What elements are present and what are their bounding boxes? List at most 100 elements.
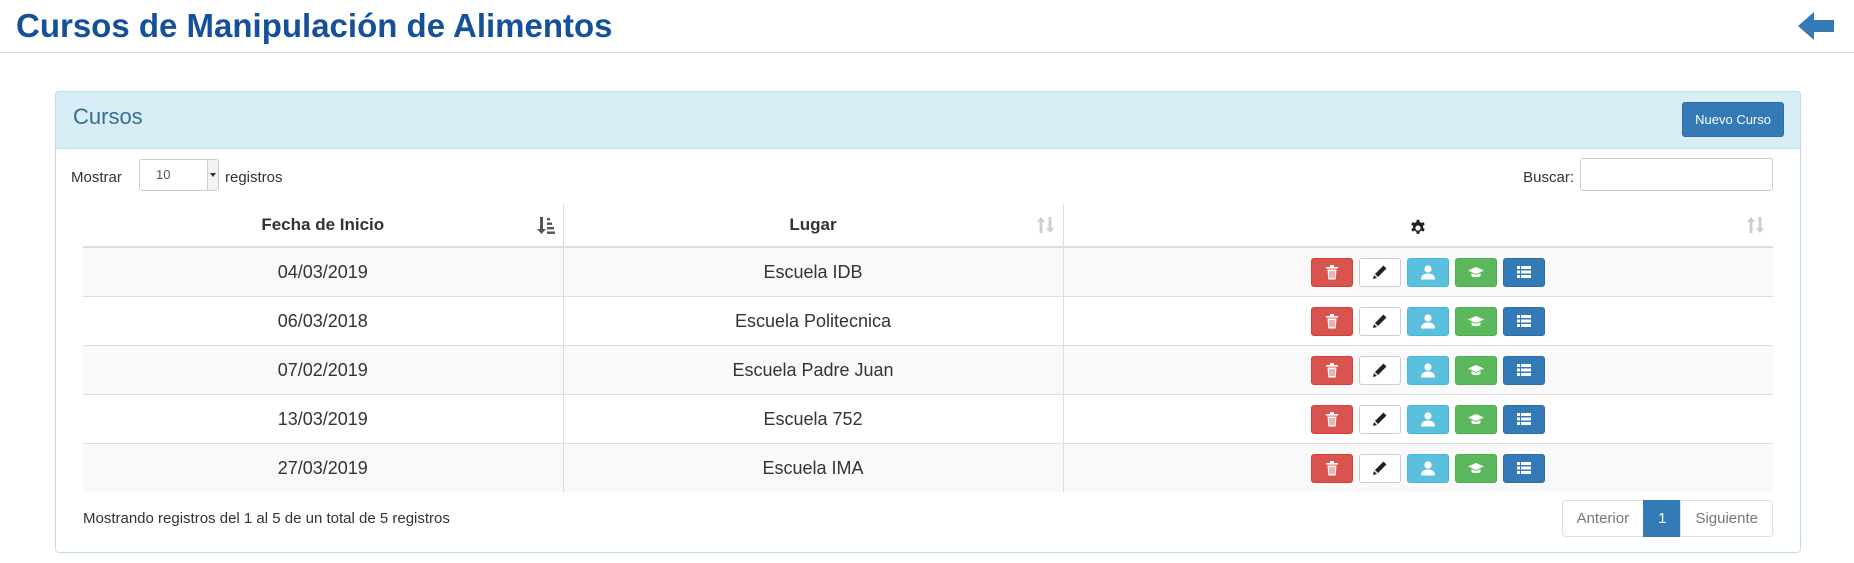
courses-panel: Cursos Nuevo Curso Mostrar 10 registros … xyxy=(55,91,1801,553)
column-header-label: Fecha de Inicio xyxy=(261,215,385,234)
participants-button[interactable] xyxy=(1407,306,1450,336)
table-row: 07/02/2019 Escuela Padre Juan xyxy=(83,345,1773,395)
cell-actions xyxy=(1062,345,1773,395)
list-button[interactable] xyxy=(1503,453,1546,483)
panel-title: Cursos xyxy=(73,104,143,129)
pencil-icon xyxy=(1373,363,1387,377)
trash-icon xyxy=(1326,314,1339,329)
chevron-down-icon xyxy=(207,160,218,190)
pagination: Anterior 1 Siguiente xyxy=(1561,500,1773,537)
table-row: 04/03/2019 Escuela IDB xyxy=(83,246,1773,297)
cell-lugar: Escuela Politecnica xyxy=(562,296,1063,346)
cell-lugar: Escuela Padre Juan xyxy=(562,345,1063,395)
cell-fecha: 04/03/2019 xyxy=(83,246,563,297)
pencil-icon xyxy=(1373,265,1387,279)
pencil-icon xyxy=(1373,314,1387,328)
table-row: 27/03/2019 Escuela IMA xyxy=(83,443,1773,492)
pencil-icon xyxy=(1373,412,1387,426)
user-icon xyxy=(1421,412,1436,427)
cell-actions xyxy=(1062,443,1773,492)
graduation-button[interactable] xyxy=(1455,404,1498,434)
courses-table: Fecha de Inicio Lugar 04/03/2019 Escuela… xyxy=(83,204,1773,492)
trash-icon xyxy=(1326,265,1339,280)
edit-button[interactable] xyxy=(1359,404,1402,434)
participants-button[interactable] xyxy=(1407,453,1450,483)
list-button[interactable] xyxy=(1503,404,1546,434)
back-button[interactable] xyxy=(1796,8,1836,44)
table-info: Mostrando registros del 1 al 5 de un tot… xyxy=(83,510,450,527)
cell-actions xyxy=(1062,296,1773,346)
cell-fecha: 13/03/2019 xyxy=(83,394,563,444)
table-header-row: Fecha de Inicio Lugar xyxy=(83,204,1773,248)
column-header-actions[interactable] xyxy=(1062,204,1773,248)
participants-button[interactable] xyxy=(1407,257,1450,287)
pagination-previous[interactable]: Anterior xyxy=(1561,500,1645,537)
graduation-cap-icon xyxy=(1468,365,1485,376)
sort-icon xyxy=(1747,217,1764,233)
user-icon xyxy=(1421,265,1436,280)
delete-button[interactable] xyxy=(1311,453,1354,483)
page-size-select[interactable]: 10 xyxy=(139,159,219,191)
cell-lugar: Escuela IDB xyxy=(562,246,1063,297)
delete-button[interactable] xyxy=(1311,404,1354,434)
cell-lugar: Escuela 752 xyxy=(562,394,1063,444)
delete-button[interactable] xyxy=(1311,306,1354,336)
show-label: Mostrar xyxy=(71,169,122,186)
delete-button[interactable] xyxy=(1311,355,1354,385)
list-button[interactable] xyxy=(1503,355,1546,385)
column-header-lugar[interactable]: Lugar xyxy=(562,204,1063,248)
participants-button[interactable] xyxy=(1407,355,1450,385)
pagination-page-1[interactable]: 1 xyxy=(1643,500,1682,537)
panel-heading: Cursos Nuevo Curso xyxy=(56,92,1800,149)
sort-icon xyxy=(1036,217,1054,233)
graduation-button[interactable] xyxy=(1455,453,1498,483)
cell-fecha: 27/03/2019 xyxy=(83,443,563,492)
search-label: Buscar: xyxy=(1523,169,1574,186)
edit-button[interactable] xyxy=(1359,257,1402,287)
list-icon xyxy=(1517,462,1532,474)
pencil-icon xyxy=(1373,461,1387,475)
graduation-cap-icon xyxy=(1468,267,1485,278)
records-label: registros xyxy=(225,169,283,186)
edit-button[interactable] xyxy=(1359,306,1402,336)
sort-amount-asc-icon xyxy=(536,217,555,234)
graduation-button[interactable] xyxy=(1455,257,1498,287)
column-header-fecha[interactable]: Fecha de Inicio xyxy=(83,204,563,248)
pagination-next[interactable]: Siguiente xyxy=(1680,500,1773,537)
list-icon xyxy=(1517,364,1532,376)
cell-fecha: 07/02/2019 xyxy=(83,345,563,395)
cell-actions xyxy=(1062,394,1773,444)
arrow-left-icon xyxy=(1798,12,1834,40)
user-icon xyxy=(1421,461,1436,476)
edit-button[interactable] xyxy=(1359,355,1402,385)
table-row: 13/03/2019 Escuela 752 xyxy=(83,394,1773,444)
cell-fecha: 06/03/2018 xyxy=(83,296,563,346)
user-icon xyxy=(1421,363,1436,378)
table-row: 06/03/2018 Escuela Politecnica xyxy=(83,296,1773,346)
graduation-button[interactable] xyxy=(1455,355,1498,385)
list-button[interactable] xyxy=(1503,257,1546,287)
edit-button[interactable] xyxy=(1359,453,1402,483)
trash-icon xyxy=(1326,363,1339,378)
list-icon xyxy=(1517,413,1532,425)
list-icon xyxy=(1517,315,1532,327)
trash-icon xyxy=(1326,412,1339,427)
graduation-cap-icon xyxy=(1468,316,1485,327)
participants-button[interactable] xyxy=(1407,404,1450,434)
trash-icon xyxy=(1326,461,1339,476)
list-button[interactable] xyxy=(1503,306,1546,336)
delete-button[interactable] xyxy=(1311,257,1354,287)
graduation-button[interactable] xyxy=(1455,306,1498,336)
page-title: Cursos de Manipulación de Alimentos xyxy=(16,7,613,44)
top-bar: Cursos de Manipulación de Alimentos xyxy=(0,0,1854,53)
graduation-cap-icon xyxy=(1468,414,1485,425)
page-size-value: 10 xyxy=(156,167,171,182)
cell-lugar: Escuela IMA xyxy=(562,443,1063,492)
cell-actions xyxy=(1062,246,1773,297)
gear-icon xyxy=(1411,219,1425,234)
graduation-cap-icon xyxy=(1468,463,1485,474)
user-icon xyxy=(1421,314,1436,329)
column-header-label: Lugar xyxy=(789,215,837,234)
new-course-button[interactable]: Nuevo Curso xyxy=(1682,102,1784,137)
search-input[interactable] xyxy=(1580,158,1773,191)
